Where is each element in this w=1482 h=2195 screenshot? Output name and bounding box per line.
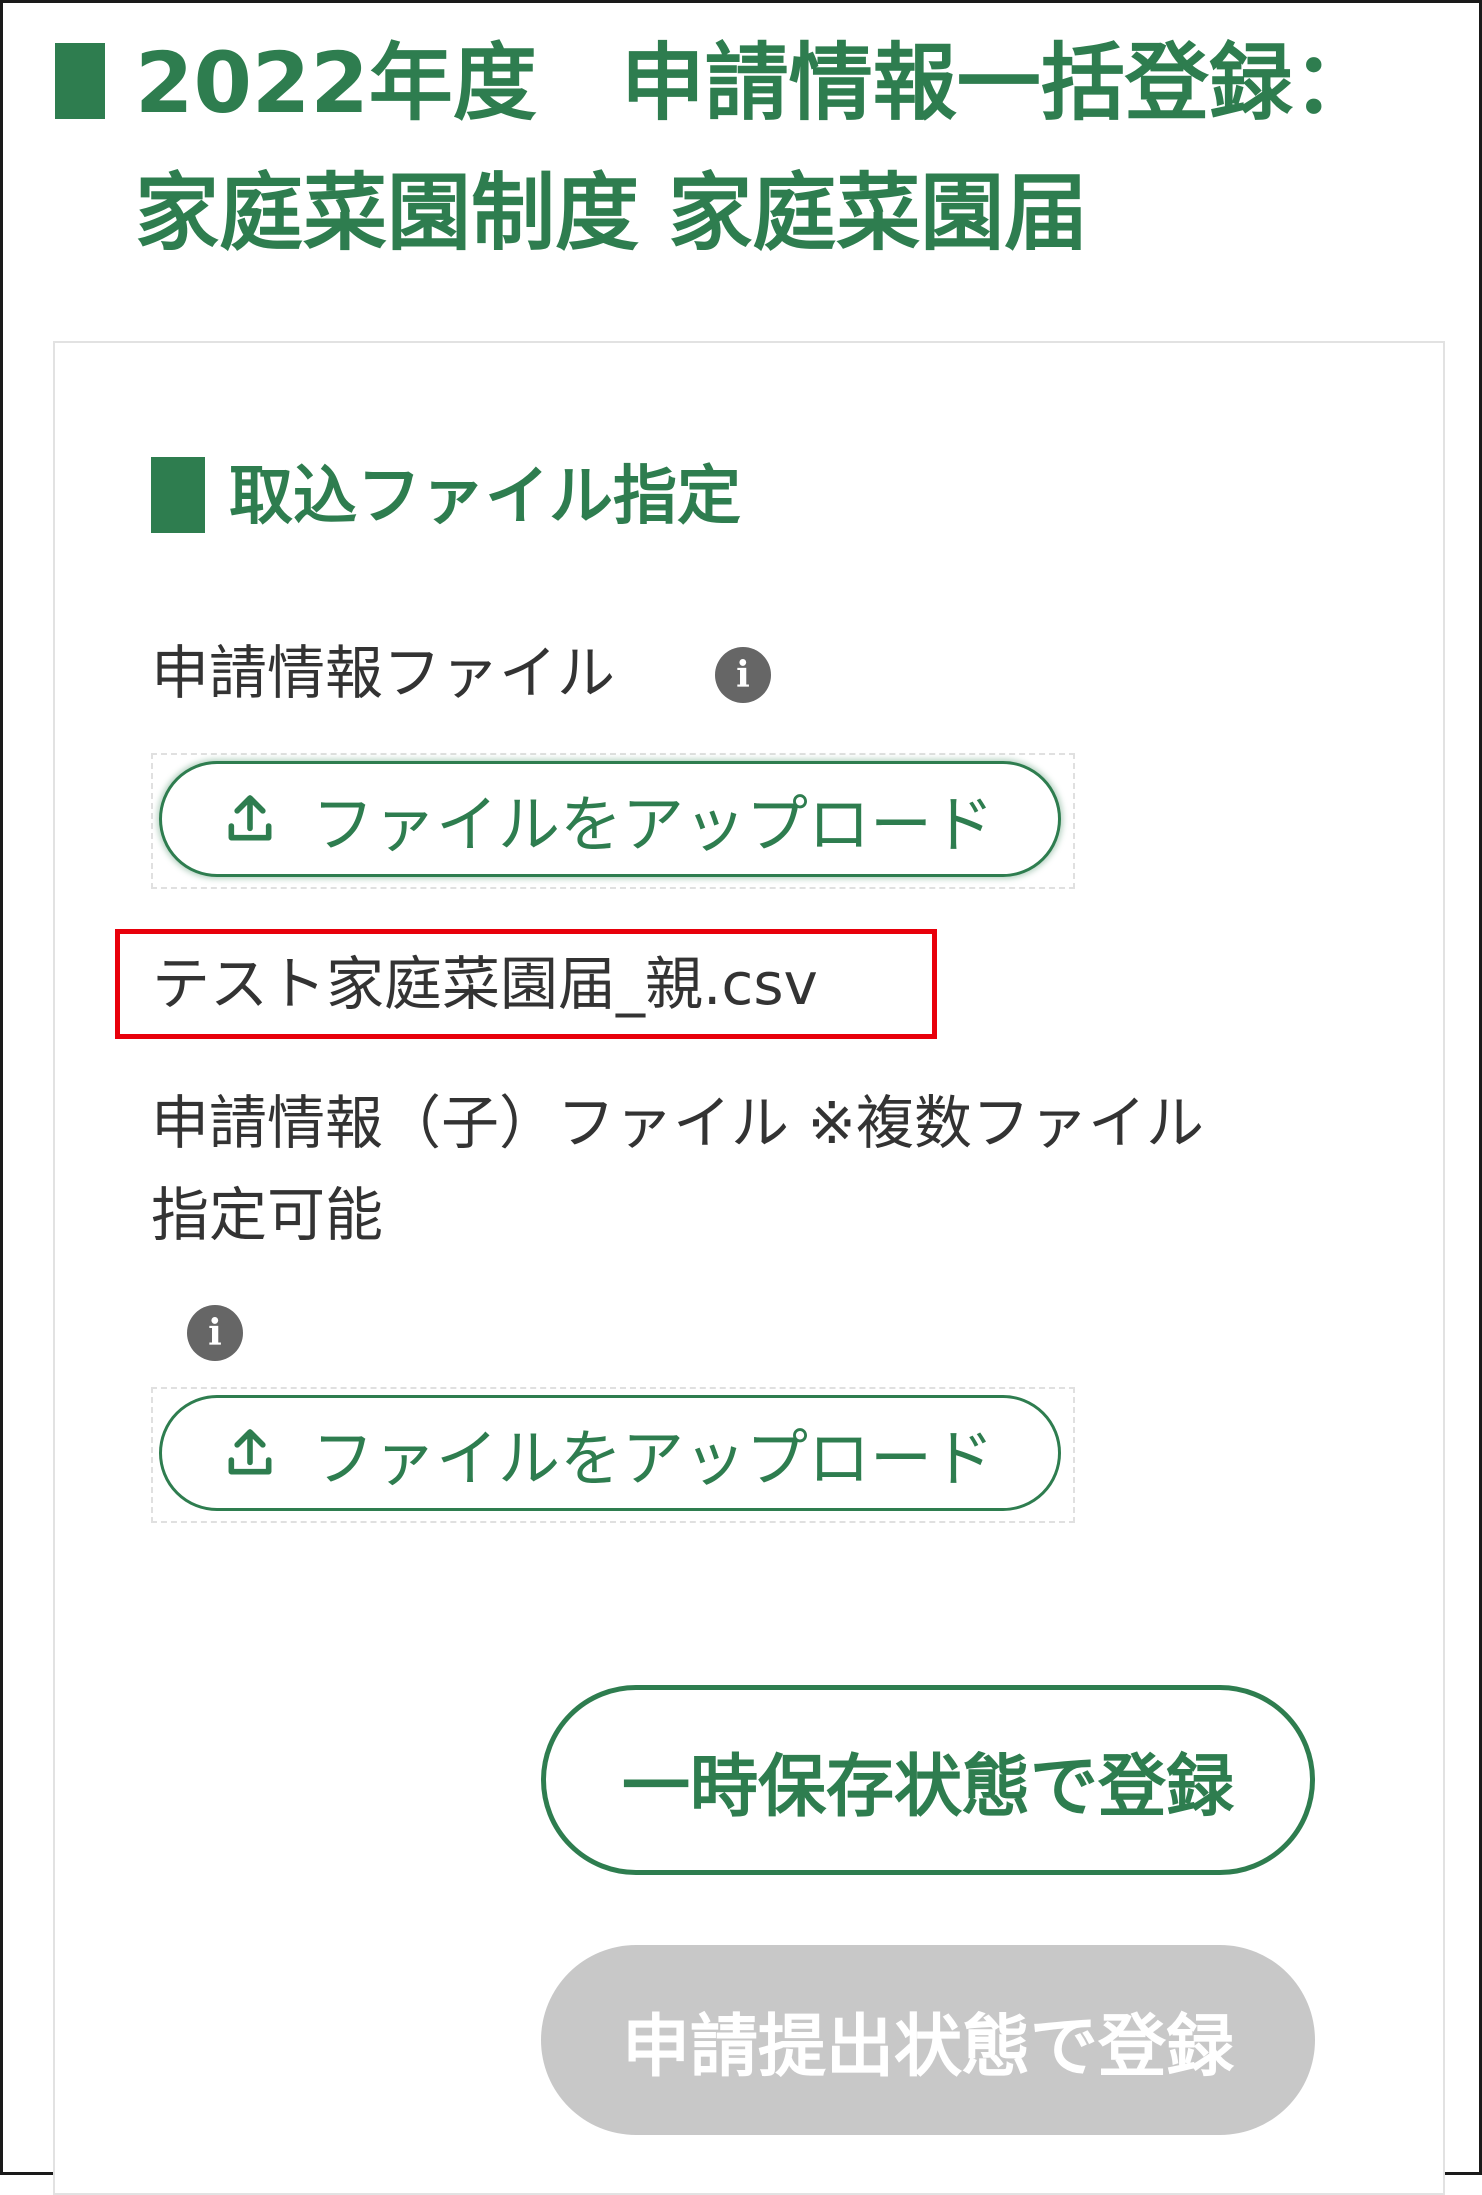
parent-file-upload-area: ファイルをアップロード bbox=[151, 753, 1075, 889]
upload-button-label: ファイルをアップロード bbox=[312, 1422, 995, 1495]
submit-register-button[interactable]: 申請提出状態で登録 bbox=[541, 1945, 1315, 2135]
import-panel: 取込ファイル指定 申請情報ファイル i ファイルをアップロード テスト家庭菜園届… bbox=[53, 341, 1445, 2195]
parent-file-label: 申請情報ファイル bbox=[151, 639, 616, 707]
title-accent-bar bbox=[55, 43, 105, 119]
page-title-line1: 2022年度 申請情報一括登録： bbox=[135, 34, 1377, 132]
window-frame: 2022年度 申請情報一括登録： 家庭菜園制度 家庭菜園届 取込ファイル指定 申… bbox=[0, 0, 1482, 2195]
selected-file-name: テスト家庭菜園届_親.csv bbox=[115, 929, 937, 1039]
info-icon[interactable]: i bbox=[715, 647, 771, 703]
child-file-upload-area: ファイルをアップロード bbox=[151, 1387, 1075, 1523]
temp-save-register-button[interactable]: 一時保存状態で登録 bbox=[541, 1685, 1315, 1875]
section-accent-bar bbox=[151, 457, 205, 533]
parent-file-upload-button[interactable]: ファイルをアップロード bbox=[159, 761, 1061, 877]
info-icon[interactable]: i bbox=[187, 1305, 243, 1361]
child-file-label-line2: 指定可能 bbox=[151, 1181, 384, 1249]
child-file-label-line1: 申請情報（子）ファイル ※複数ファイル bbox=[151, 1089, 1205, 1157]
section-title-label: 取込ファイル指定 bbox=[229, 460, 741, 534]
child-file-upload-button[interactable]: ファイルをアップロード bbox=[159, 1395, 1061, 1511]
page-title-line2: 家庭菜園制度 家庭菜園届 bbox=[135, 164, 1089, 262]
upload-button-label: ファイルをアップロード bbox=[312, 788, 995, 861]
upload-icon bbox=[228, 795, 272, 841]
upload-icon bbox=[228, 1429, 272, 1475]
